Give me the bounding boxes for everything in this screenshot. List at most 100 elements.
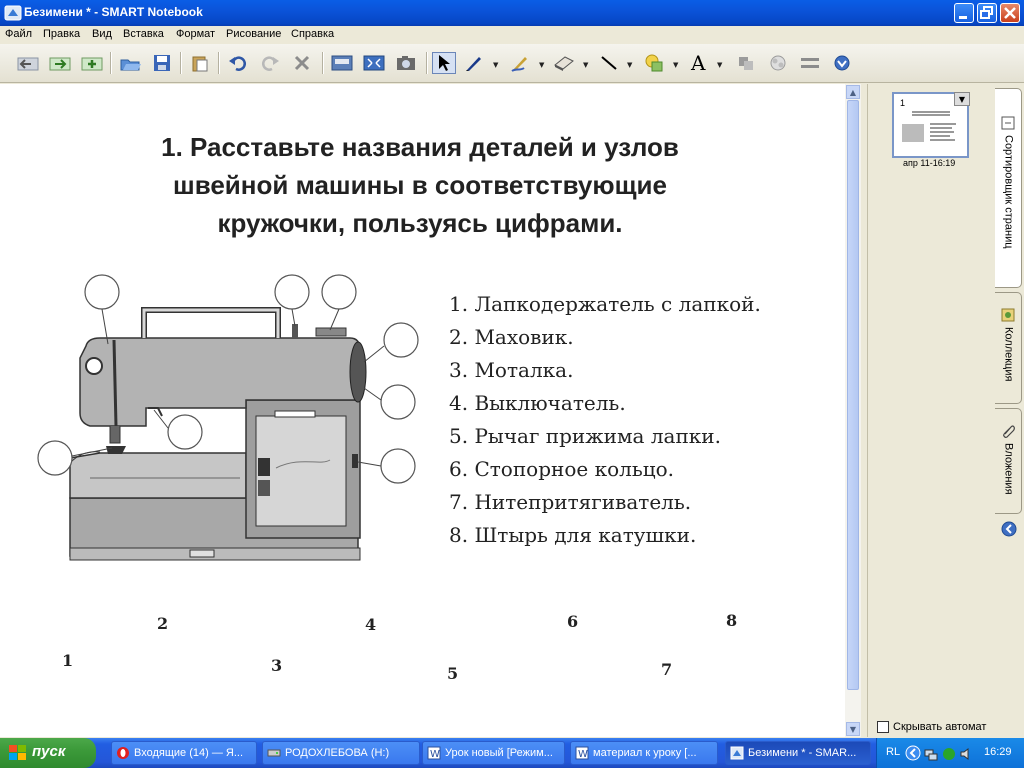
taskbar-item-label: Безимени * - SMAR... xyxy=(748,747,857,759)
svg-text:W: W xyxy=(578,749,588,760)
add-page-icon[interactable] xyxy=(80,52,104,74)
network-icon[interactable] xyxy=(924,746,938,765)
creative-pen-icon[interactable] xyxy=(508,52,532,74)
svg-text:W: W xyxy=(430,749,440,760)
page-sorter-icon xyxy=(1001,115,1015,134)
language-indicator[interactable]: RL xyxy=(886,746,900,758)
taskbar-item-label: материал к уроку [... xyxy=(593,747,697,759)
back-arrow-icon[interactable] xyxy=(1001,521,1017,541)
svg-text:A: A xyxy=(690,53,706,73)
menu-view[interactable]: Вид xyxy=(92,28,112,40)
menu-format[interactable]: Формат xyxy=(176,28,215,40)
parts-list[interactable]: 1. Лапкодержатель с лапкой. 2. Маховик. … xyxy=(449,288,761,552)
minimize-button[interactable] xyxy=(954,3,974,23)
full-screen-icon[interactable] xyxy=(362,52,386,74)
auto-hide-checkbox[interactable] xyxy=(877,721,889,733)
tab-page-sorter[interactable]: Сортировщик страниц xyxy=(995,88,1022,288)
toolbar: ▼ ▼ ▼ ▼ ▼ A ▼ xyxy=(0,44,1024,83)
menu-edit[interactable]: Правка xyxy=(43,28,80,40)
redo-icon[interactable] xyxy=(258,52,282,74)
next-page-icon[interactable] xyxy=(48,52,72,74)
smart-notebook-icon xyxy=(730,746,744,760)
taskbar-item-label: Урок новый [Режим... xyxy=(445,747,553,759)
volume-icon[interactable] xyxy=(959,746,973,765)
word-icon: W xyxy=(575,746,589,760)
list-item: 4. Выключатель. xyxy=(449,391,626,415)
draggable-number-1[interactable]: 1 xyxy=(62,651,73,670)
list-item: 8. Штырь для катушки. xyxy=(449,523,697,547)
taskbar-item[interactable]: Входящие (14) — Я... xyxy=(111,741,257,765)
scroll-down-arrow[interactable]: ▼ xyxy=(846,722,860,736)
taskbar-item-label: РОДОХЛЕБОВА (H:) xyxy=(285,747,390,759)
clock[interactable]: 16:29 xyxy=(984,746,1012,758)
sewing-machine-image[interactable] xyxy=(30,268,450,578)
tab-gallery[interactable]: Коллекция xyxy=(995,292,1022,404)
thumbnail-caption: апр 11-16:19 xyxy=(903,158,956,168)
shape-icon[interactable] xyxy=(642,52,666,74)
paperclip-icon xyxy=(1001,423,1015,442)
line-icon[interactable] xyxy=(597,52,621,74)
taskbar-item[interactable]: W Урок новый [Режим... xyxy=(422,741,565,765)
gallery-icon xyxy=(1001,307,1015,326)
move-toolbar-icon[interactable] xyxy=(798,52,822,74)
draggable-number-8[interactable]: 8 xyxy=(726,611,737,630)
menu-help[interactable]: Справка xyxy=(291,28,334,40)
title-line: 1. Расставьте названия деталей и узлов xyxy=(161,132,679,162)
text-icon[interactable]: A xyxy=(688,52,712,74)
start-label: пуск xyxy=(32,743,66,760)
taskbar-item-active[interactable]: Безимени * - SMAR... xyxy=(725,741,871,765)
list-item: 1. Лапкодержатель с лапкой. xyxy=(449,292,761,316)
list-item: 7. Нитепритягиватель. xyxy=(449,490,692,514)
undo-icon[interactable] xyxy=(226,52,250,74)
scroll-up-arrow[interactable]: ▲ xyxy=(846,85,860,99)
menu-draw[interactable]: Рисование xyxy=(226,28,281,40)
draggable-number-5[interactable]: 5 xyxy=(447,664,458,683)
restore-button[interactable] xyxy=(977,3,997,23)
windows-logo-icon xyxy=(8,744,28,766)
open-icon[interactable] xyxy=(118,52,142,74)
auto-hide-label: Скрывать автомат xyxy=(893,721,987,733)
more-icon[interactable] xyxy=(830,52,854,74)
draggable-number-7[interactable]: 7 xyxy=(661,660,672,679)
properties-icon[interactable] xyxy=(734,52,758,74)
list-item: 5. Рычаг прижима лапки. xyxy=(449,424,721,448)
tray-app-icon[interactable] xyxy=(942,746,956,765)
tray-expand-icon[interactable] xyxy=(905,745,921,765)
draggable-number-3[interactable]: 3 xyxy=(271,656,282,675)
word-icon: W xyxy=(427,746,441,760)
list-item: 6. Стопорное кольцо. xyxy=(449,457,674,481)
capture-icon[interactable] xyxy=(394,52,418,74)
fill-icon[interactable] xyxy=(766,52,790,74)
menu-file[interactable]: Файл xyxy=(5,28,32,40)
delete-icon[interactable] xyxy=(290,52,314,74)
title-line: кружочки, пользуясь цифрами. xyxy=(217,208,623,238)
opera-icon xyxy=(116,746,130,760)
draggable-number-6[interactable]: 6 xyxy=(567,612,578,631)
draggable-number-4[interactable]: 4 xyxy=(365,615,376,634)
pen-icon[interactable] xyxy=(462,52,486,74)
draggable-number-2[interactable]: 2 xyxy=(157,614,168,633)
page-title[interactable]: 1. Расставьте названия деталей и узлов ш… xyxy=(60,128,780,242)
taskbar-item[interactable]: РОДОХЛЕБОВА (H:) xyxy=(262,741,420,765)
close-button[interactable] xyxy=(1000,3,1020,23)
page-sorter-panel xyxy=(867,84,996,737)
taskbar-item-label: Входящие (14) — Я... xyxy=(134,747,243,759)
screen-shade-icon[interactable] xyxy=(330,52,354,74)
title-line: швейной машины в соответствующие xyxy=(173,170,667,200)
tab-attachments[interactable]: Вложения xyxy=(995,408,1022,514)
window-title: Безимени * - SMART Notebook xyxy=(24,5,203,19)
select-icon[interactable] xyxy=(432,52,456,74)
list-item: 3. Моталка. xyxy=(449,358,574,382)
smart-notebook-icon xyxy=(4,4,22,22)
previous-page-icon[interactable] xyxy=(16,52,40,74)
taskbar-item[interactable]: W материал к уроку [... xyxy=(570,741,718,765)
scrollbar-thumb[interactable] xyxy=(847,100,859,690)
save-icon[interactable] xyxy=(150,52,174,74)
thumbnail-menu-button[interactable]: ▼ xyxy=(954,92,970,106)
paste-icon[interactable] xyxy=(188,52,212,74)
menu-insert[interactable]: Вставка xyxy=(123,28,164,40)
drive-icon xyxy=(267,746,281,760)
tab-label: Сортировщик страниц xyxy=(1002,135,1015,249)
tab-label: Вложения xyxy=(1002,443,1015,495)
eraser-icon[interactable] xyxy=(552,52,576,74)
